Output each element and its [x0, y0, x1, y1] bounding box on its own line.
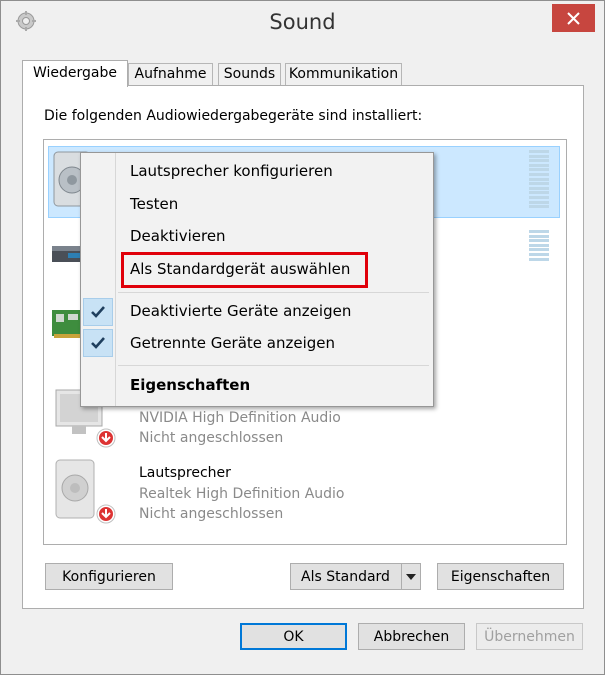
chevron-down-icon[interactable]	[401, 564, 420, 589]
context-menu: Lautsprecher konfigurieren Testen Deakti…	[80, 152, 434, 407]
set-default-split-button[interactable]: Als Standard	[290, 563, 421, 590]
speaker-icon	[55, 459, 116, 524]
panel-description: Die folgenden Audiowiedergabegeräte sind…	[44, 108, 423, 124]
menu-item-properties[interactable]: Eigenschaften	[130, 376, 250, 394]
set-default-label: Als Standard	[301, 569, 390, 585]
device-status: Nicht angeschlossen	[139, 506, 284, 522]
close-button[interactable]	[552, 4, 595, 32]
highlight-annotation	[121, 252, 368, 288]
menu-item-show-disconnected-devices[interactable]: Getrennte Geräte anzeigen	[130, 334, 335, 352]
tab-kommunikation[interactable]: Kommunikation	[285, 63, 402, 86]
device-name: Lautsprecher	[139, 465, 231, 481]
menu-gutter	[115, 153, 116, 406]
configure-button[interactable]: Konfigurieren	[45, 563, 173, 590]
cancel-button[interactable]: Abbrechen	[358, 623, 465, 650]
title-bar[interactable]: Sound	[1, 1, 604, 43]
menu-check	[83, 329, 113, 357]
tab-sounds[interactable]: Sounds	[218, 63, 281, 86]
menu-item-show-disabled-devices[interactable]: Deaktivierte Geräte anzeigen	[130, 302, 351, 320]
tab-aufnahme[interactable]: Aufnahme	[128, 63, 213, 86]
window-title: Sound	[269, 10, 336, 34]
menu-item-disable[interactable]: Deaktivieren	[130, 227, 226, 245]
close-icon	[567, 12, 580, 25]
device-vendor: Realtek High Definition Audio	[139, 486, 345, 502]
properties-button[interactable]: Eigenschaften	[437, 563, 564, 590]
menu-item-configure-speakers[interactable]: Lautsprecher konfigurieren	[130, 162, 333, 180]
tab-wiedergabe[interactable]: Wiedergabe	[22, 60, 128, 87]
level-meter	[529, 150, 549, 210]
level-meter	[529, 230, 549, 262]
device-status: Nicht angeschlossen	[139, 430, 284, 446]
menu-item-test[interactable]: Testen	[130, 195, 178, 213]
menu-separator	[118, 292, 429, 293]
apply-button[interactable]: Übernehmen	[476, 623, 583, 650]
device-vendor: NVIDIA High Definition Audio	[139, 410, 341, 426]
checkmark-icon	[91, 306, 105, 318]
menu-check	[83, 298, 113, 326]
menu-separator	[118, 365, 429, 366]
ok-button[interactable]: OK	[240, 623, 347, 650]
checkmark-icon	[91, 337, 105, 349]
